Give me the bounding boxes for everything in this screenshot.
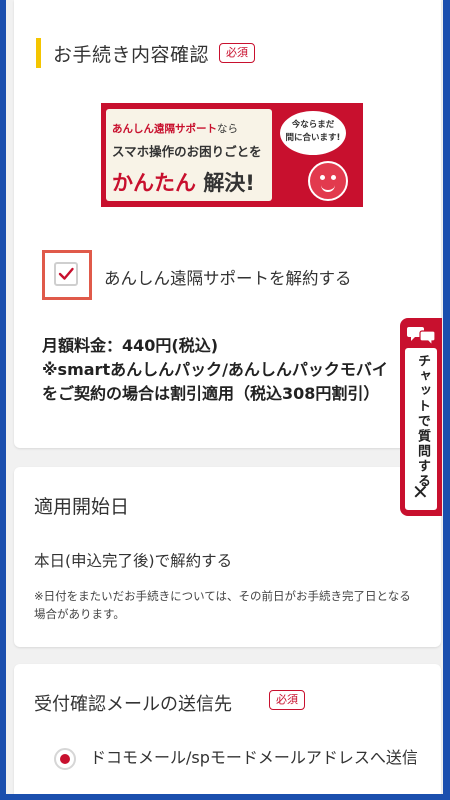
chat-bubbles-icon [407, 327, 436, 346]
required-badge: 必須 [219, 43, 256, 63]
start-date-value: 本日(申込完了後)で解約する [34, 552, 233, 570]
chat-tab-panel: チャットで質問する ✕ [405, 348, 437, 510]
fee-line: をご契約の場合は割引適用（税込308円割引） [42, 384, 380, 403]
section-accent-bar [36, 38, 41, 68]
banner-line1: あんしん遠隔サポートなら [112, 123, 238, 135]
fee-line: 月額料金：440円(税込) [42, 336, 219, 355]
cancel-support-checkbox[interactable] [54, 262, 78, 286]
chat-support-tab[interactable]: チャットで質問する ✕ [400, 318, 442, 516]
checkbox-highlight-frame [42, 250, 92, 300]
close-icon[interactable]: ✕ [412, 482, 429, 502]
docomo-mail-radio[interactable] [54, 748, 76, 770]
banner-line2: スマホ操作のお困りごとを [112, 144, 262, 159]
email-destination-card: 受付確認メールの送信先 必須 ドコモメール/spモードメールアドレスへ送信 [14, 664, 441, 794]
docomo-mail-radio-label[interactable]: ドコモメール/spモードメールアドレスへ送信 [90, 746, 420, 769]
start-date-title: 適用開始日 [34, 496, 130, 518]
section-header: お手続き内容確認 必須 [14, 38, 441, 68]
start-date-note: ※日付をまたいだお手続きについては、その前日がお手続き完了日となる場合があります… [34, 589, 411, 621]
fee-line: ※smartあんしんパック/あんしんパックモバイ [42, 360, 388, 379]
support-mascot-icon [308, 161, 348, 201]
required-badge: 必須 [269, 690, 305, 710]
chat-tab-label: チャットで質問する [415, 354, 430, 489]
banner-line3: かんたん 解決! [112, 171, 255, 195]
email-destination-title: 受付確認メールの送信先 [34, 694, 232, 715]
promo-banner[interactable]: あんしん遠隔サポートなら スマホ操作のお困りごとを かんたん 解決! 今ならまだ… [101, 103, 363, 207]
start-date-card: 適用開始日 本日(申込完了後)で解約する ※日付をまたいだお手続きについては、そ… [14, 467, 441, 647]
page-frame: お手続き内容確認 必須 あんしん遠隔サポートなら スマホ操作のお困りごとを かん… [6, 0, 443, 794]
banner-speech-bubble: 今ならまだ 間に合います! [280, 111, 346, 155]
section-title: お手続き内容確認 [53, 43, 210, 66]
fee-info: 月額料金：440円(税込) ※smartあんしんパック/あんしんパックモバイ を… [42, 334, 388, 406]
banner-text-panel: あんしん遠隔サポートなら スマホ操作のお困りごとを かんたん 解決! [106, 109, 272, 201]
confirmation-card: お手続き内容確認 必須 あんしん遠隔サポートなら スマホ操作のお困りごとを かん… [14, 0, 441, 448]
checkmark-icon [58, 267, 74, 280]
checkbox-label[interactable]: あんしん遠隔サポートを解約する [104, 265, 352, 289]
